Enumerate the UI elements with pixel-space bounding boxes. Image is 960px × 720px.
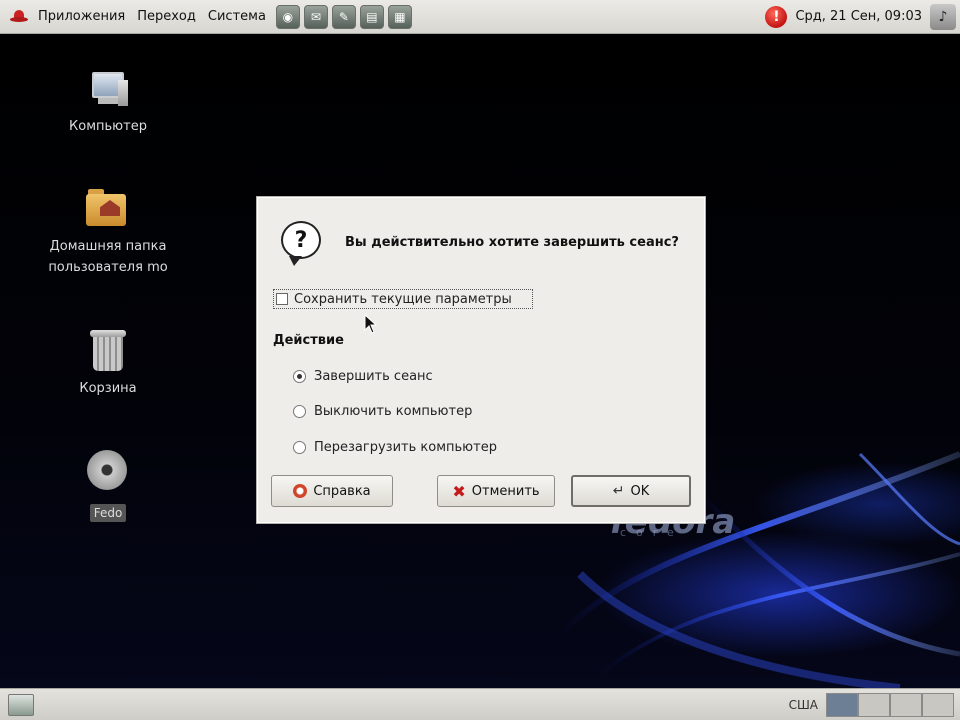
option-restart[interactable]: Перезагрузить компьютер: [293, 440, 497, 455]
show-desktop-icon[interactable]: [8, 693, 34, 716]
desktop-icon-computer[interactable]: Компьютер: [33, 70, 183, 137]
option-restart-radio[interactable]: [293, 441, 306, 454]
redhat-menu-icon[interactable]: [10, 9, 28, 24]
save-settings-checkbox[interactable]: [276, 293, 288, 305]
save-settings-label[interactable]: Сохранить текущие параметры: [294, 292, 512, 307]
desktop-icon-disc[interactable]: Fedo: [33, 450, 183, 524]
workspace-2[interactable]: [858, 692, 890, 717]
desktop-icon-label: Компьютер: [69, 119, 147, 134]
ok-icon: ↵: [612, 483, 625, 499]
workspace-switcher: [826, 692, 954, 717]
workspace-3[interactable]: [890, 692, 922, 717]
presentation-icon[interactable]: ▤: [359, 4, 384, 29]
top-panel: Приложения Переход Система ◉ ✉ ✎ ▤ ▦ ! С…: [0, 0, 960, 34]
workspace-4[interactable]: [922, 692, 954, 717]
help-button-label: Справка: [313, 483, 371, 499]
help-icon: [293, 484, 308, 498]
trash-icon: [90, 330, 126, 372]
cancel-button[interactable]: ✖ Отменить: [437, 475, 555, 507]
fedora-logo-sub: core: [620, 526, 684, 539]
option-restart-label[interactable]: Перезагрузить компьютер: [314, 440, 497, 455]
bottom-panel: США: [0, 688, 960, 720]
desktop-icon-home[interactable]: Домашняя папка пользователя mo: [33, 186, 183, 278]
option-shutdown[interactable]: Выключить компьютер: [293, 404, 472, 419]
spreadsheet-icon[interactable]: ▦: [387, 4, 412, 29]
desktop-icon-label: Корзина: [79, 381, 137, 396]
web-browser-icon[interactable]: ◉: [275, 4, 300, 29]
option-shutdown-radio[interactable]: [293, 405, 306, 418]
logout-dialog: ? Вы действительно хотите завершить сеан…: [256, 196, 706, 524]
ok-button[interactable]: ↵ OK: [571, 475, 691, 507]
menu-places[interactable]: Переход: [131, 9, 202, 24]
mail-icon[interactable]: ✉: [303, 4, 328, 29]
cancel-icon: ✖: [452, 481, 466, 501]
disc-icon: [85, 450, 131, 496]
menu-applications[interactable]: Приложения: [32, 9, 131, 24]
mouse-cursor-icon: [364, 314, 378, 334]
writer-icon[interactable]: ✎: [331, 4, 356, 29]
option-logout-radio[interactable]: [293, 370, 306, 383]
desktop-icon-label: Домашняя папка пользователя mo: [48, 239, 168, 275]
question-icon: ?: [281, 221, 321, 266]
save-settings-checkbox-row[interactable]: Сохранить текущие параметры: [273, 289, 533, 309]
option-logout[interactable]: Завершить сеанс: [293, 369, 433, 384]
ok-button-label: OK: [630, 483, 650, 499]
action-heading: Действие: [273, 333, 344, 348]
keyboard-layout-indicator[interactable]: США: [789, 698, 818, 712]
cancel-button-label: Отменить: [471, 483, 540, 499]
option-shutdown-label[interactable]: Выключить компьютер: [314, 404, 472, 419]
help-button[interactable]: Справка: [271, 475, 393, 507]
option-logout-label[interactable]: Завершить сеанс: [314, 369, 433, 384]
dialog-question: Вы действительно хотите завершить сеанс?: [345, 235, 679, 250]
desktop-icon-trash[interactable]: Корзина: [33, 330, 183, 399]
clock[interactable]: Срд, 21 Сен, 09:03: [795, 9, 922, 24]
update-notifier-icon[interactable]: !: [765, 5, 788, 28]
desktop-icon-label: Fedo: [89, 504, 127, 522]
computer-icon: [88, 70, 128, 110]
menu-system[interactable]: Система: [202, 9, 272, 24]
volume-icon[interactable]: ♪: [930, 3, 956, 30]
home-folder-icon: [86, 186, 130, 230]
workspace-1[interactable]: [826, 692, 858, 717]
